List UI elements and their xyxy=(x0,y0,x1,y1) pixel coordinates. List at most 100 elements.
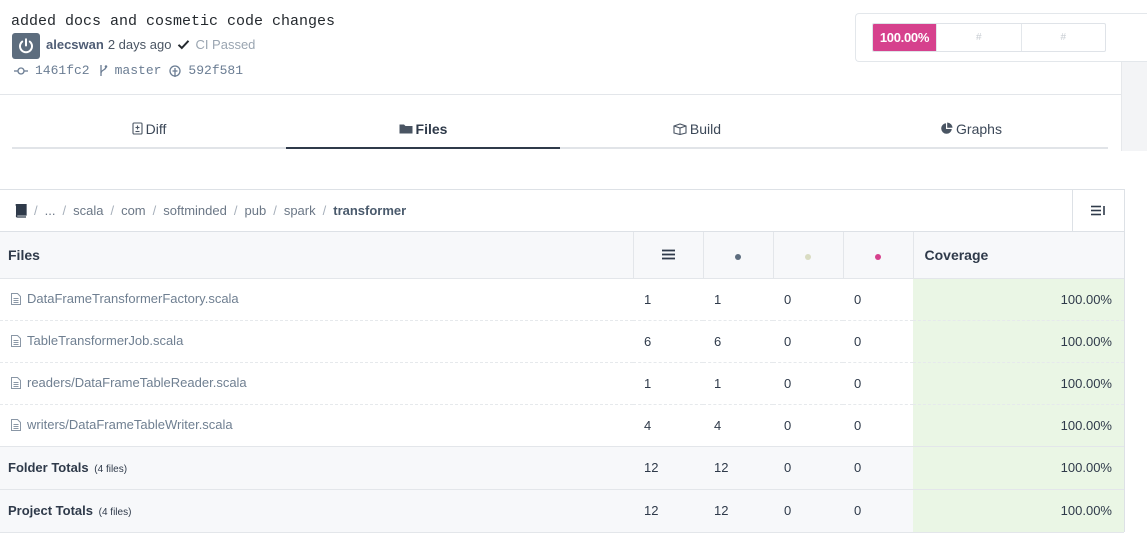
coverage-summary-box: 100.00% # # xyxy=(855,13,1147,62)
folder-icon xyxy=(399,123,413,134)
totals-label-cell: Folder Totals (4 files) xyxy=(0,446,633,490)
file-icon xyxy=(11,376,21,392)
coverage-cell: 100.00% xyxy=(913,278,1124,321)
file-name[interactable]: readers/DataFrameTableReader.scala xyxy=(27,375,247,390)
diff-file-icon xyxy=(132,122,143,135)
misses-cell: 0 xyxy=(843,362,913,405)
tab-label: Files xyxy=(415,120,448,137)
lines-cell: 6 xyxy=(633,320,703,363)
misses-cell: 0 xyxy=(843,489,913,533)
misses-cell: 0 xyxy=(843,404,913,447)
breadcrumb-item[interactable]: softminded xyxy=(163,203,227,218)
hits-cell: 6 xyxy=(703,320,773,363)
coverage-placeholder: # xyxy=(1020,24,1106,51)
avatar[interactable] xyxy=(12,33,40,59)
file-name[interactable]: writers/DataFrameTableWriter.scala xyxy=(27,417,233,432)
build-box-icon xyxy=(673,122,687,135)
hits-cell: 1 xyxy=(703,278,773,321)
lines-cell: 1 xyxy=(633,278,703,321)
hits-cell: 12 xyxy=(703,489,773,533)
commit-sha[interactable]: 1461fc2 xyxy=(35,63,90,78)
repo-book-icon[interactable] xyxy=(15,203,27,218)
totals-file-count: (4 files) xyxy=(98,507,132,518)
list-menu-icon xyxy=(1091,205,1105,216)
branch-icon xyxy=(98,64,108,77)
misses-cell: 0 xyxy=(843,320,913,363)
tab-label: Graphs xyxy=(956,120,1002,137)
partial-dot-icon xyxy=(805,253,811,260)
coverage-cell: 100.00% xyxy=(913,404,1124,447)
file-cell[interactable]: writers/DataFrameTableWriter.scala xyxy=(0,404,633,447)
file-cell[interactable]: readers/DataFrameTableReader.scala xyxy=(0,362,633,405)
parent-commit-icon xyxy=(169,64,182,77)
folder-totals-row: Folder Totals (4 files) 12 12 0 0 100.00… xyxy=(0,446,1124,490)
breadcrumb: / ... / scala / com / softminded / pub /… xyxy=(0,190,1124,232)
table-row: TableTransformerJob.scala 6 6 0 0 100.00… xyxy=(0,320,1124,363)
parent-sha[interactable]: 592f581 xyxy=(188,63,243,78)
partials-cell: 0 xyxy=(773,362,843,405)
file-cell[interactable]: TableTransformerJob.scala xyxy=(0,320,633,363)
file-name[interactable]: TableTransformerJob.scala xyxy=(27,333,183,348)
breadcrumb-item[interactable]: ... xyxy=(45,203,56,218)
misses-cell: 0 xyxy=(843,446,913,490)
files-column-header[interactable]: Files xyxy=(0,232,633,279)
totals-label: Folder Totals xyxy=(8,460,89,475)
breadcrumb-separator: / xyxy=(110,203,115,218)
partials-cell: 0 xyxy=(773,446,843,490)
list-lines-icon xyxy=(661,249,675,260)
breadcrumb-separator: / xyxy=(152,203,157,218)
commit-icon xyxy=(14,66,28,76)
branch-name[interactable]: master xyxy=(115,63,162,78)
partials-column-header[interactable] xyxy=(772,232,843,279)
coverage-summary-value: 100.00% xyxy=(873,24,936,51)
partials-cell: 0 xyxy=(773,404,843,447)
hits-column-header[interactable] xyxy=(702,232,773,279)
header-divider xyxy=(0,94,1121,95)
table-row: DataFrameTransformerFactory.scala 1 1 0 … xyxy=(0,278,1124,321)
tab-build[interactable]: Build xyxy=(560,110,834,147)
coverage-cell: 100.00% xyxy=(913,320,1124,363)
breadcrumb-item[interactable]: pub xyxy=(244,203,266,218)
file-cell[interactable]: DataFrameTransformerFactory.scala xyxy=(0,278,633,321)
hits-cell: 1 xyxy=(703,362,773,405)
partials-cell: 0 xyxy=(773,320,843,363)
coverage-cell: 100.00% xyxy=(913,446,1124,490)
coverage-summary-bar[interactable]: 100.00% # # xyxy=(872,23,1106,52)
lines-cell: 4 xyxy=(633,404,703,447)
totals-label: Project Totals xyxy=(8,503,94,518)
misses-cell: 0 xyxy=(843,278,913,321)
breadcrumb-item[interactable]: spark xyxy=(284,203,316,218)
pie-chart-icon xyxy=(940,122,953,135)
coverage-cell: 100.00% xyxy=(913,489,1124,533)
tab-files[interactable]: Files xyxy=(286,110,560,149)
file-icon xyxy=(11,334,21,350)
commit-time: 2 days ago xyxy=(107,37,172,52)
totals-label-cell: Project Totals (4 files) xyxy=(0,489,633,533)
misses-column-header[interactable] xyxy=(842,232,913,279)
power-icon xyxy=(19,38,33,54)
checkmark-icon xyxy=(177,39,190,50)
partials-cell: 0 xyxy=(773,278,843,321)
author-name[interactable]: alecswan xyxy=(46,37,104,52)
table-row: readers/DataFrameTableReader.scala 1 1 0… xyxy=(0,362,1124,405)
view-options-button[interactable] xyxy=(1072,190,1124,231)
hits-cell: 4 xyxy=(703,404,773,447)
table-row: writers/DataFrameTableWriter.scala 4 4 0… xyxy=(0,404,1124,447)
tab-diff[interactable]: Diff xyxy=(12,110,286,147)
tab-graphs[interactable]: Graphs xyxy=(834,110,1108,147)
breadcrumb-item[interactable]: com xyxy=(121,203,146,218)
breadcrumb-item[interactable]: scala xyxy=(73,203,103,218)
totals-file-count: (4 files) xyxy=(94,464,128,475)
coverage-column-header[interactable]: Coverage xyxy=(912,232,1124,279)
file-name[interactable]: DataFrameTransformerFactory.scala xyxy=(27,291,239,306)
hits-cell: 12 xyxy=(703,446,773,490)
hit-dot-icon xyxy=(735,253,741,260)
ci-status[interactable]: CI Passed xyxy=(195,37,255,52)
commit-refs: 1461fc2 master 592f581 xyxy=(14,63,251,78)
breadcrumb-separator: / xyxy=(62,203,67,218)
file-coverage-table: Files Coverage DataFrameTransformerFacto… xyxy=(0,232,1124,533)
lines-column-header[interactable] xyxy=(632,232,703,279)
table-header-row: Files Coverage xyxy=(0,232,1124,279)
tab-label: Build xyxy=(689,120,722,137)
breadcrumb-current: transformer xyxy=(333,203,407,218)
